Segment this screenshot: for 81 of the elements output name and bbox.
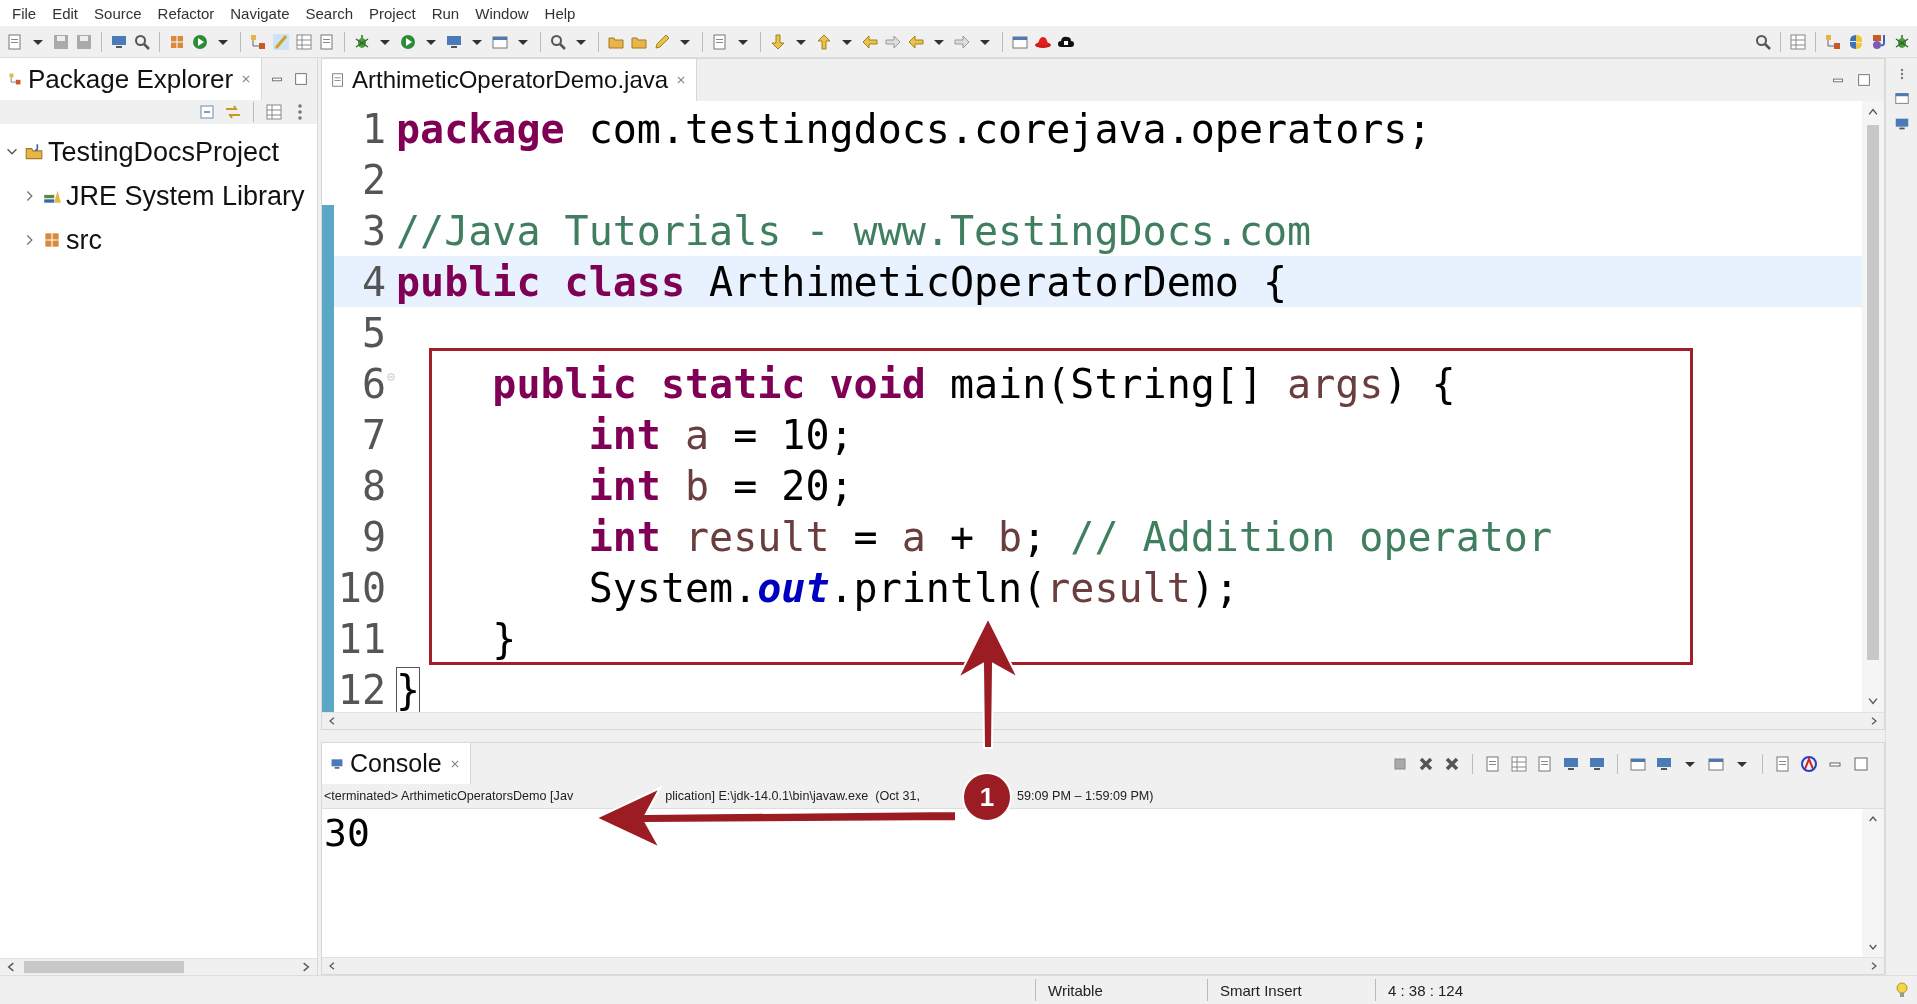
menu-item[interactable]: File: [4, 4, 45, 22]
hierarchy-icon[interactable]: [1824, 32, 1842, 51]
tree-item[interactable]: src: [66, 224, 102, 256]
tree-item[interactable]: TestingDocsProject: [48, 136, 280, 168]
java-icon[interactable]: [1870, 32, 1888, 51]
console-icon[interactable]: [1893, 116, 1910, 132]
line-number: 2: [360, 156, 386, 203]
menu-item[interactable]: Window: [467, 4, 537, 22]
maximize-icon[interactable]: [1852, 754, 1870, 773]
document-icon[interactable]: [1774, 754, 1792, 773]
menu-item[interactable]: Help: [536, 4, 584, 22]
link-icon[interactable]: [224, 103, 242, 121]
scrollbar-thumb[interactable]: [24, 961, 184, 973]
python-icon[interactable]: [1847, 32, 1865, 51]
code-line: int a = 10;: [587, 411, 854, 458]
line-number: 9: [360, 513, 386, 560]
pencil-icon[interactable]: [653, 32, 671, 51]
menu-item[interactable]: Refactor: [149, 4, 223, 22]
console-output: 30: [324, 811, 370, 855]
lightbulb-icon[interactable]: [1893, 981, 1911, 999]
grid-icon[interactable]: [1789, 32, 1807, 51]
console-status-text: plication] E:\jdk-14.0.1\bin\javaw.exe (Oct 31,: [665, 789, 920, 803]
line-number: 11: [336, 615, 386, 662]
search-icon[interactable]: [549, 32, 567, 51]
code-line: int result = a + b; // Addition operator: [587, 513, 1552, 560]
line-number: 6: [360, 360, 386, 407]
console-status-text: <terminated> ArthimeticOperatorsDemo [Jav: [324, 789, 574, 803]
console-icon: [330, 756, 344, 771]
line-number: 10: [336, 564, 386, 611]
code-line: //Java Tutorials - www.TestingDocs.com: [396, 207, 1312, 254]
project-folder-icon: [24, 142, 44, 162]
console-status-text: 59:09 PM – 1:59:09 PM): [1017, 789, 1154, 803]
status-text: Smart Insert: [1207, 979, 1375, 1001]
document-icon[interactable]: [1484, 754, 1502, 773]
restore-icon[interactable]: [1893, 90, 1910, 106]
maximize-icon[interactable]: [293, 71, 309, 87]
menu-item[interactable]: Navigate: [222, 4, 298, 22]
tree-item[interactable]: JRE System Library: [66, 180, 305, 212]
status-text: 4 : 38 : 124: [1375, 979, 1535, 1001]
play-icon[interactable]: [191, 32, 209, 51]
menu-item[interactable]: Edit: [44, 4, 87, 22]
new-file-icon[interactable]: [6, 32, 24, 51]
hierarchy-icon[interactable]: [249, 32, 267, 51]
search-icon[interactable]: [133, 32, 151, 51]
document-icon[interactable]: [318, 32, 336, 51]
down-arrow-icon[interactable]: [769, 32, 787, 51]
code-line: int b = 20;: [587, 462, 854, 509]
maximize-icon[interactable]: [1856, 72, 1872, 88]
line-number: 12: [336, 666, 386, 713]
grid-icon[interactable]: [1510, 754, 1528, 773]
line-number: 1: [360, 105, 386, 152]
code-line: System.out.println(result);: [587, 564, 1239, 611]
line-number: 4: [360, 258, 386, 305]
status-text: Writable: [1035, 979, 1207, 1001]
bug-icon[interactable]: [353, 32, 371, 51]
document-icon[interactable]: [1536, 754, 1554, 773]
code-line: package com.testingdocs.corejava.operators;: [396, 105, 1432, 152]
scrollbar-thumb[interactable]: [1867, 125, 1879, 660]
java-file-icon: [330, 72, 346, 88]
up-arrow-icon[interactable]: [815, 32, 833, 51]
document-icon[interactable]: [711, 32, 729, 51]
menu-item[interactable]: Run: [423, 4, 468, 22]
package-explorer-icon: [8, 72, 22, 86]
code-line: }: [491, 615, 517, 662]
grid-icon[interactable]: [295, 32, 313, 51]
menu-item[interactable]: Source: [86, 4, 150, 22]
line-number: 5: [360, 309, 386, 356]
line-number: 8: [360, 462, 386, 509]
collapse-all-icon[interactable]: [198, 103, 216, 121]
line-number: 3: [360, 207, 386, 254]
code-line: }: [396, 666, 421, 713]
code-line: public class ArthimeticOperatorDemo {: [396, 258, 1288, 305]
package-folder-icon: [42, 230, 62, 250]
line-number: 7: [360, 411, 386, 458]
run-icon[interactable]: [399, 32, 417, 51]
search-icon[interactable]: [1754, 32, 1772, 51]
code-line: public static void main(String[] args) {: [491, 360, 1456, 407]
bug-icon[interactable]: [1893, 32, 1911, 51]
menu-item[interactable]: Project: [361, 4, 424, 22]
menu-item[interactable]: Search: [297, 4, 361, 22]
badge-icon[interactable]: [1800, 754, 1818, 773]
